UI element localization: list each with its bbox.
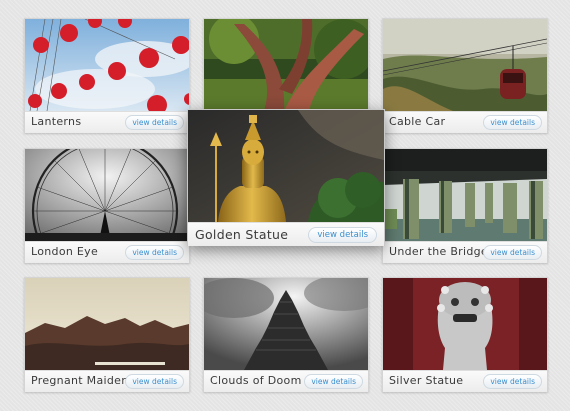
gallery-card-silver-statue[interactable]: Silver Statue view details	[382, 277, 548, 392]
view-details-button[interactable]: view details	[125, 374, 184, 389]
silver-statue-photo[interactable]	[383, 278, 547, 370]
cable-car-photo[interactable]	[383, 19, 547, 111]
card-caption: London Eye view details	[25, 241, 189, 263]
card-title: London Eye	[31, 245, 99, 258]
view-details-button[interactable]: view details	[304, 374, 363, 389]
gallery-card-lanterns[interactable]: Lanterns view details	[24, 18, 190, 133]
london-eye-photo[interactable]	[25, 149, 189, 241]
gallery-card-clouds-of-doom[interactable]: Clouds of Doom view details	[203, 277, 369, 392]
view-details-button[interactable]: view details	[483, 374, 542, 389]
card-caption: Clouds of Doom view details	[204, 370, 368, 392]
gallery-card-london-eye[interactable]: London Eye view details	[24, 148, 190, 263]
card-caption: Silver Statue view details	[383, 370, 547, 392]
gallery-card-under-the-bridge[interactable]: Under the Bridge view details	[382, 148, 548, 263]
card-caption: Golden Statue view details	[188, 222, 384, 246]
card-caption: Cable Car view details	[383, 111, 547, 133]
view-details-button[interactable]: view details	[483, 245, 542, 260]
card-title: Clouds of Doom	[210, 374, 302, 387]
card-title: Silver Statue	[389, 374, 464, 387]
gallery-card-pregnant-maiden[interactable]: Pregnant Maiden view details	[24, 277, 190, 392]
view-details-button[interactable]: view details	[125, 115, 184, 130]
pregnant-maiden-photo[interactable]	[25, 278, 189, 370]
under-the-bridge-photo[interactable]	[383, 149, 547, 241]
card-caption: Under the Bridge view details	[383, 241, 547, 263]
view-details-button[interactable]: view details	[308, 227, 377, 243]
gallery-card-cable-car[interactable]: Cable Car view details	[382, 18, 548, 133]
card-title: Pregnant Maiden	[31, 374, 129, 387]
card-title: Under the Bridge	[389, 245, 488, 258]
tree-photo[interactable]	[204, 19, 368, 111]
card-title: Lanterns	[31, 115, 82, 128]
photo-gallery: Lanterns view details Cable Car view det…	[0, 0, 570, 411]
card-title: Golden Statue	[195, 227, 289, 242]
clouds-of-doom-photo[interactable]	[204, 278, 368, 370]
view-details-button[interactable]: view details	[483, 115, 542, 130]
card-caption: Lanterns view details	[25, 111, 189, 133]
view-details-button[interactable]: view details	[125, 245, 184, 260]
golden-statue-photo[interactable]	[188, 110, 384, 222]
lanterns-photo[interactable]	[25, 19, 189, 111]
gallery-card-golden-statue[interactable]: Golden Statue view details	[187, 109, 385, 246]
card-title: Cable Car	[389, 115, 446, 128]
card-caption: Pregnant Maiden view details	[25, 370, 189, 392]
